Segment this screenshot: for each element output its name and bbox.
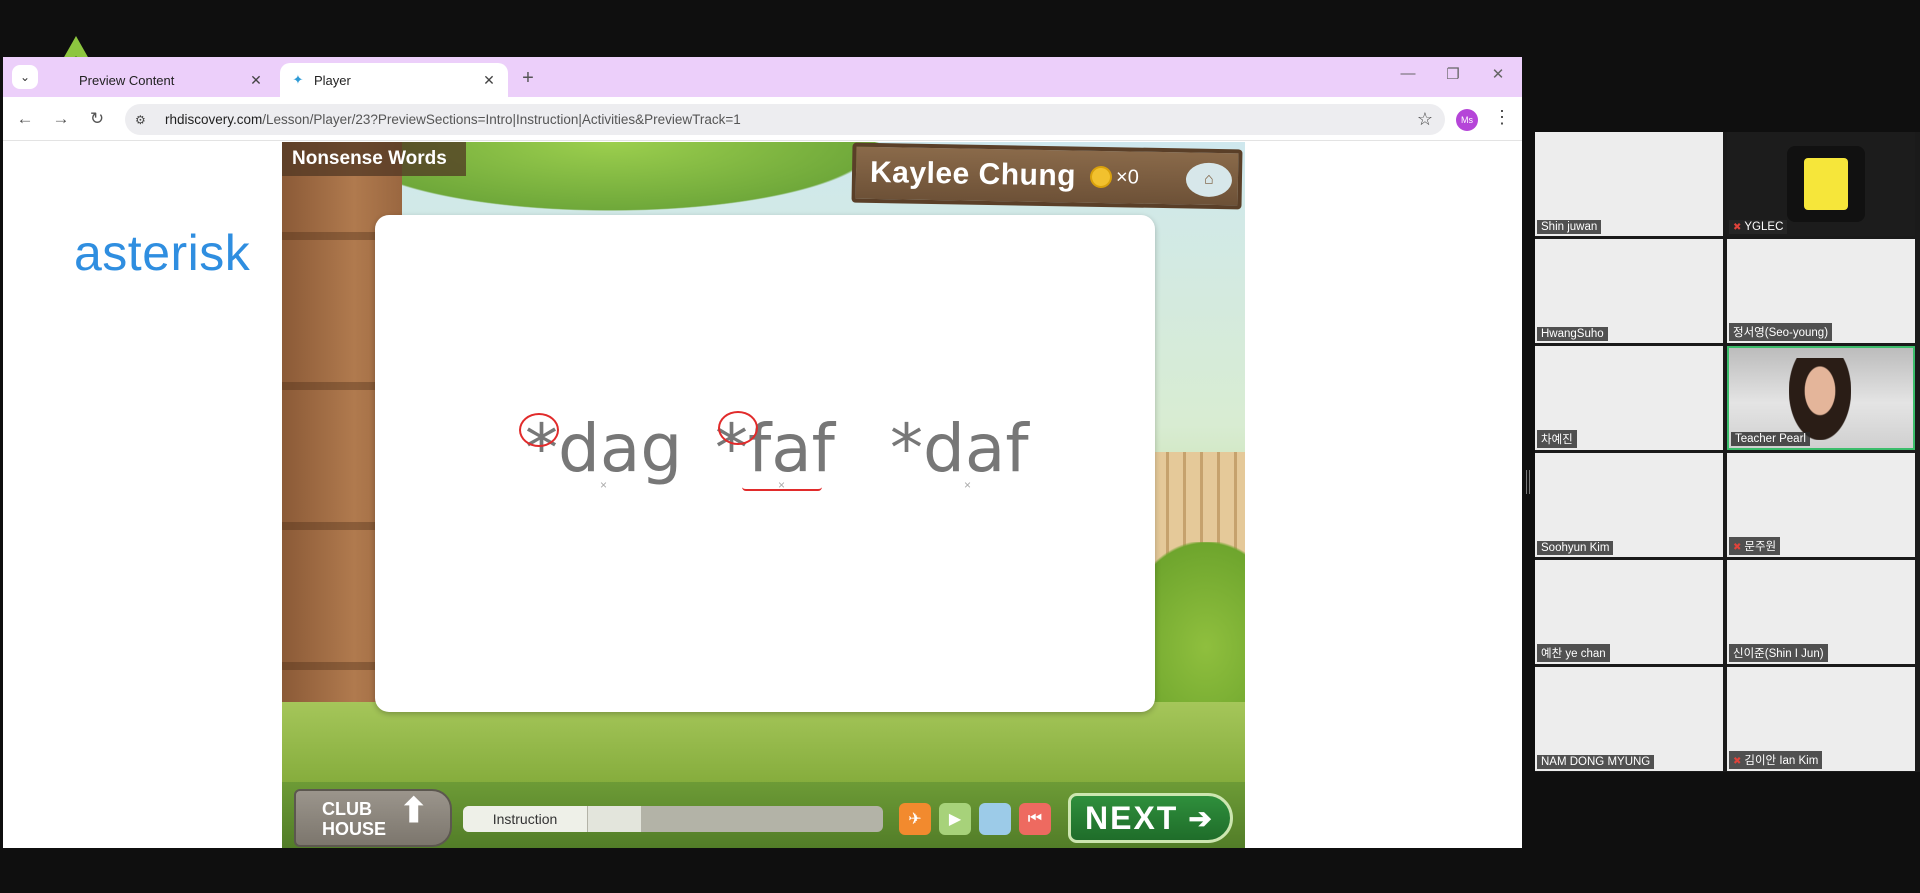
participant-gallery: Shin juwan ✖ YGLEC HwangSuho 정서영(Seo-youn…: [1535, 132, 1920, 772]
red-circle-annotation: [718, 411, 758, 445]
tab-player[interactable]: ✦ Player ✕: [280, 63, 508, 97]
tab-title: Preview Content: [79, 72, 175, 88]
player-name-plate: Kaylee Chung ×0 ⌂: [851, 142, 1243, 210]
grass: [282, 702, 1245, 782]
next-button[interactable]: NEXT ➔: [1068, 793, 1233, 843]
red-circle-annotation: [519, 413, 559, 447]
lesson-player: Nonsense Words Kaylee Chung ×0 ⌂ *dag *f…: [282, 142, 1245, 848]
participant-name: NAM DONG MYUNG: [1537, 755, 1655, 769]
back-button[interactable]: ←: [13, 107, 37, 131]
page-favicon-icon: [55, 72, 71, 88]
red-underline-annotation: [742, 487, 822, 491]
chevron-down-icon: ⌄: [19, 70, 31, 84]
participant-tile[interactable]: ✖ 문주원: [1727, 453, 1915, 557]
word-card: *dag *faf *daf × × ×: [375, 215, 1155, 712]
bird-icon: ✈: [908, 811, 922, 828]
play-button[interactable]: ▶: [939, 803, 971, 835]
participant-tile[interactable]: ✖ 김이안 Ian Kim: [1727, 667, 1915, 771]
panel-resize-handle[interactable]: [1526, 470, 1530, 494]
word-marker: ×: [600, 478, 608, 492]
clubhouse-button[interactable]: CLUB HOUSE ⬆: [294, 789, 452, 847]
minimize-button[interactable]: —: [1393, 65, 1423, 82]
participant-name: Soohyun Kim: [1537, 541, 1614, 555]
bird-helper-button[interactable]: ✈: [899, 803, 931, 835]
participant-name: Teacher Pearl: [1731, 432, 1810, 446]
close-icon[interactable]: ✕: [247, 72, 265, 89]
browser-toolbar: ← → ↻ ⚙ rhdiscovery.com/Lesson/Player/23…: [3, 97, 1522, 141]
participant-tile[interactable]: NAM DONG MYUNG: [1535, 667, 1723, 771]
butterfly-favicon-icon: ✦: [292, 72, 304, 87]
birdhouse-icon[interactable]: ⌂: [1185, 162, 1233, 198]
page-content: asterisk Nonsense Words Kaylee Chung ×0 …: [3, 142, 1522, 848]
skip-back-icon: ⏮: [1027, 810, 1043, 827]
participant-tile[interactable]: 예찬 ye chan: [1535, 560, 1723, 664]
tab-preview-content[interactable]: Preview Content ✕: [45, 63, 275, 97]
screen: ⌄ Preview Content ✕ ✦ Player ✕ + — ❐ ✕ ←…: [0, 0, 1920, 893]
play-icon: ▶: [948, 811, 962, 828]
participant-name: Shin juwan: [1537, 220, 1602, 234]
up-arrow-icon: ⬆: [399, 792, 429, 830]
participant-tile[interactable]: ✖ YGLEC: [1727, 132, 1915, 236]
close-window-button[interactable]: ✕: [1483, 65, 1513, 83]
participant-name: 차예진: [1537, 430, 1577, 448]
tab-search-button[interactable]: ⌄: [12, 65, 38, 89]
word-item[interactable]: *daf: [890, 410, 1029, 487]
participant-tile[interactable]: Soohyun Kim: [1535, 453, 1723, 557]
bookmark-star-icon[interactable]: ☆: [1417, 109, 1433, 130]
word-marker: ×: [964, 478, 972, 492]
participant-name: ✖ YGLEC: [1729, 220, 1788, 234]
tab-strip: ⌄ Preview Content ✕ ✦ Player ✕ + — ❐ ✕: [3, 57, 1522, 97]
section-title: Nonsense Words: [282, 142, 466, 176]
participant-tile[interactable]: 신이준(Shin I Jun): [1727, 560, 1915, 664]
player-name: Kaylee Chung: [869, 155, 1077, 193]
video-feed: [1789, 358, 1851, 440]
arrow-right-icon: ➔: [1188, 802, 1214, 834]
mic-off-icon: ✖: [1733, 542, 1742, 553]
slide-word: asterisk: [74, 225, 251, 281]
mic-off-icon: ✖: [1733, 756, 1742, 767]
new-tab-button[interactable]: +: [515, 65, 541, 91]
close-icon[interactable]: ✕: [480, 72, 498, 89]
lesson-progress[interactable]: Instruction: [463, 806, 883, 832]
coin-count: ×0: [1115, 165, 1140, 189]
reload-button[interactable]: ↻: [85, 107, 109, 131]
participant-tile[interactable]: 정서영(Seo-young): [1727, 239, 1915, 343]
participant-name: 신이준(Shin I Jun): [1729, 644, 1828, 662]
progress-fill: [588, 806, 641, 832]
restore-button[interactable]: ❐: [1438, 65, 1468, 83]
stop-button[interactable]: [979, 803, 1011, 835]
participant-tile[interactable]: Shin juwan: [1535, 132, 1723, 236]
participant-tile-active[interactable]: Teacher Pearl: [1727, 346, 1915, 450]
browser-window: ⌄ Preview Content ✕ ✦ Player ✕ + — ❐ ✕ ←…: [3, 57, 1522, 848]
restart-button[interactable]: ⏮: [1019, 803, 1051, 835]
mic-off-icon: ✖: [1733, 222, 1742, 233]
participant-tile[interactable]: HwangSuho: [1535, 239, 1723, 343]
site-settings-icon[interactable]: ⚙: [135, 113, 155, 127]
participant-name: ✖ 문주원: [1729, 537, 1781, 555]
url-text: rhdiscovery.com/Lesson/Player/23?Preview…: [165, 112, 741, 127]
participant-name: ✖ 김이안 Ian Kim: [1729, 751, 1823, 769]
address-bar[interactable]: ⚙ rhdiscovery.com/Lesson/Player/23?Previ…: [125, 104, 1445, 135]
coin-icon: [1089, 165, 1113, 189]
participant-name: 정서영(Seo-young): [1729, 323, 1833, 341]
participant-tile[interactable]: 차예진: [1535, 346, 1723, 450]
forward-button[interactable]: →: [49, 107, 73, 131]
participant-name: 예찬 ye chan: [1537, 644, 1610, 662]
participant-name: HwangSuho: [1537, 327, 1608, 341]
avatar: [1787, 146, 1865, 222]
more-menu-icon[interactable]: ⋮: [1493, 107, 1511, 128]
tree-canopy: [402, 142, 922, 222]
progress-section-label: Instruction: [463, 806, 587, 832]
profile-avatar[interactable]: Ms: [1456, 109, 1478, 131]
tab-title: Player: [314, 72, 351, 88]
